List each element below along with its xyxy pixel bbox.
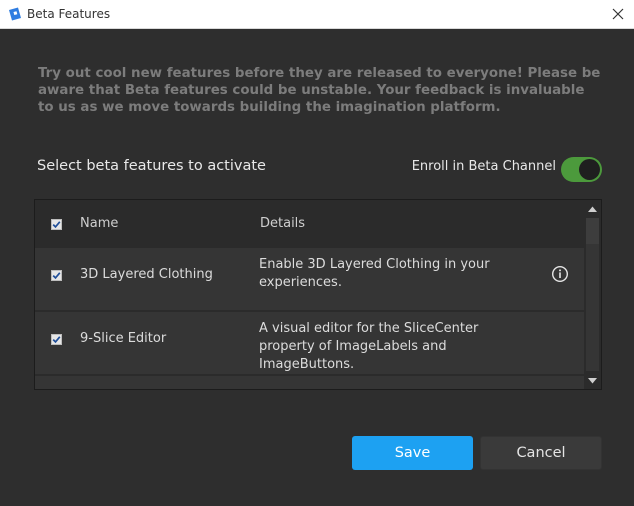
section-label: Select beta features to activate xyxy=(37,158,266,174)
enroll-beta-toggle[interactable] xyxy=(561,157,602,182)
intro-text: Try out cool new features before they ar… xyxy=(38,66,601,115)
column-header-details[interactable]: Details xyxy=(260,216,305,231)
cancel-button[interactable]: Cancel xyxy=(480,436,602,470)
info-icon[interactable] xyxy=(551,265,569,283)
window-title: Beta Features xyxy=(27,7,111,21)
save-button[interactable]: Save xyxy=(352,436,473,470)
dialog-content: Try out cool new features before they ar… xyxy=(0,29,634,506)
checkmark-icon xyxy=(52,221,61,229)
enroll-label: Enroll in Beta Channel xyxy=(411,159,556,174)
select-all-checkbox[interactable] xyxy=(51,219,62,230)
column-header-name[interactable]: Name xyxy=(80,216,118,231)
close-icon xyxy=(612,8,624,20)
feature-name: 3D Layered Clothing xyxy=(80,267,213,282)
row-checkbox[interactable] xyxy=(51,334,62,345)
arrow-down-icon xyxy=(588,377,597,383)
table-row: 9-Slice Editor A visual editor for the S… xyxy=(35,312,585,374)
checkmark-icon xyxy=(52,272,61,280)
feature-name: 9-Slice Editor xyxy=(80,331,167,346)
title-bar: Beta Features xyxy=(0,0,634,29)
checkmark-icon xyxy=(52,336,61,344)
toggle-knob xyxy=(579,159,600,180)
scroll-track[interactable] xyxy=(586,244,599,371)
scroll-thumb[interactable] xyxy=(586,218,599,244)
table-row-partial xyxy=(35,376,585,389)
table-header: Name Details xyxy=(35,200,585,247)
row-checkbox[interactable] xyxy=(51,270,62,281)
close-button[interactable] xyxy=(606,3,630,25)
table-row: 3D Layered Clothing Enable 3D Layered Cl… xyxy=(35,248,585,310)
beta-features-table: Name Details 3D Layered Clothing Enable … xyxy=(34,199,602,390)
roblox-studio-icon xyxy=(9,7,21,21)
scroll-up-button[interactable] xyxy=(584,200,601,217)
scroll-down-button[interactable] xyxy=(584,372,601,389)
feature-details: Enable 3D Layered Clothing in your exper… xyxy=(259,257,490,290)
vertical-scrollbar[interactable] xyxy=(584,200,601,389)
arrow-up-icon xyxy=(588,206,597,212)
feature-details: A visual editor for the SliceCenter prop… xyxy=(259,321,479,372)
